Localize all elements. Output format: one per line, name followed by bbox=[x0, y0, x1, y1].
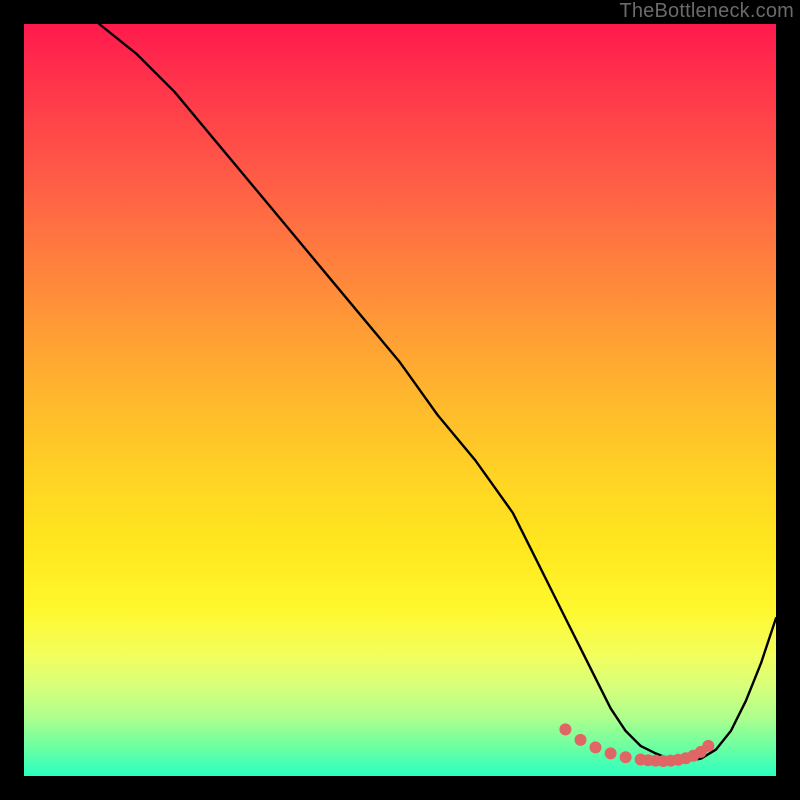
chart-frame: TheBottleneck.com bbox=[0, 0, 800, 800]
watermark-text: TheBottleneck.com bbox=[619, 0, 794, 23]
bottleneck-curve bbox=[99, 24, 776, 761]
curve-layer bbox=[24, 24, 776, 776]
highlight-dot bbox=[620, 751, 632, 763]
highlight-dot bbox=[605, 747, 617, 759]
plot-area bbox=[24, 24, 776, 776]
highlight-dot bbox=[590, 741, 602, 753]
highlight-dots bbox=[559, 723, 714, 767]
highlight-dot bbox=[702, 740, 714, 752]
highlight-dot bbox=[575, 734, 587, 746]
highlight-dot bbox=[559, 723, 571, 735]
